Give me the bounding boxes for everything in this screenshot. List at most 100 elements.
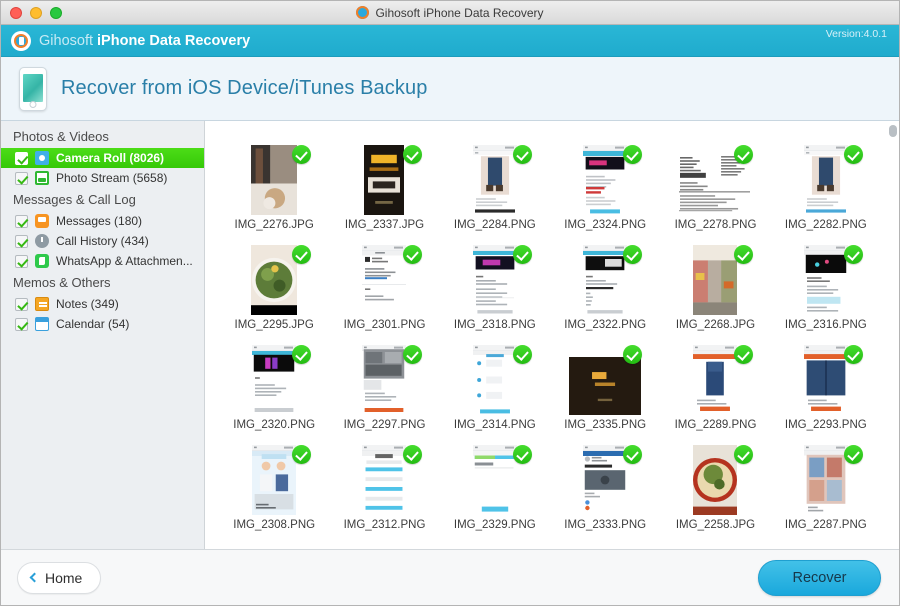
selected-check-icon[interactable] — [402, 345, 422, 364]
thumbnail-image[interactable] — [472, 345, 517, 415]
thumbnail-item[interactable]: IMG_2278.PNG — [660, 137, 770, 231]
thumbnail-item[interactable]: IMG_2320.PNG — [219, 337, 329, 431]
thumbnail-box[interactable] — [329, 343, 439, 415]
sidebar-item-whatsapp[interactable]: WhatsApp & Attachmen... — [1, 251, 204, 271]
thumbnail-image[interactable] — [803, 145, 848, 215]
selected-check-icon[interactable] — [513, 445, 532, 464]
thumbnail-item[interactable]: IMG_2329.PNG — [440, 437, 550, 531]
selected-check-icon[interactable] — [292, 345, 312, 364]
thumbnail-image[interactable] — [693, 445, 738, 515]
selected-check-icon[interactable] — [402, 245, 422, 264]
thumbnail-box[interactable] — [219, 443, 329, 515]
thumbnail-box[interactable] — [771, 443, 881, 515]
selected-check-icon[interactable] — [513, 345, 532, 364]
thumbnail-image[interactable] — [362, 245, 407, 315]
checkbox-notes[interactable] — [15, 297, 28, 311]
selected-check-icon[interactable] — [292, 445, 312, 464]
selected-check-icon[interactable] — [402, 145, 422, 164]
thumbnail-image[interactable] — [803, 345, 848, 415]
thumbnail-image[interactable] — [251, 145, 298, 215]
sidebar-item-notes[interactable]: Notes (349) — [1, 294, 204, 314]
close-button[interactable] — [10, 6, 22, 19]
thumbnail-box[interactable] — [550, 343, 660, 415]
recover-button[interactable]: Recover — [758, 559, 881, 596]
thumbnail-box[interactable] — [440, 243, 550, 315]
sidebar-item-callhistory[interactable]: Call History (434) — [1, 231, 204, 251]
content-area[interactable]: IMG_2276.JPG IMG_2337.JPG IMG_2284.PNG IMG_… — [205, 121, 899, 549]
selected-check-icon[interactable] — [292, 245, 312, 264]
selected-check-icon[interactable] — [623, 445, 643, 464]
thumbnail-image[interactable] — [251, 245, 298, 315]
thumbnail-image[interactable] — [583, 145, 628, 215]
thumbnail-item[interactable]: IMG_2289.PNG — [660, 337, 770, 431]
thumbnail-image[interactable] — [693, 345, 738, 415]
selected-check-icon[interactable] — [733, 245, 753, 264]
thumbnail-box[interactable] — [771, 243, 881, 315]
thumbnail-box[interactable] — [440, 143, 550, 215]
selected-check-icon[interactable] — [844, 145, 863, 164]
thumbnail-image[interactable] — [693, 245, 738, 315]
selected-check-icon[interactable] — [733, 445, 753, 464]
thumbnail-item[interactable]: IMG_2335.PNG — [550, 337, 660, 431]
thumbnail-item[interactable]: IMG_2322.PNG — [550, 237, 660, 331]
scrollbar-thumb[interactable] — [889, 125, 897, 137]
thumbnail-box[interactable] — [771, 143, 881, 215]
thumbnail-box[interactable] — [550, 143, 660, 215]
thumbnail-item[interactable]: IMG_2276.JPG — [219, 137, 329, 231]
thumbnail-image[interactable] — [252, 345, 297, 415]
thumbnail-item[interactable]: IMG_2258.JPG — [660, 437, 770, 531]
home-button[interactable]: Home — [17, 561, 102, 594]
checkbox-callhistory[interactable] — [15, 234, 28, 248]
checkbox-photostream[interactable] — [15, 171, 28, 185]
thumbnail-image[interactable] — [803, 445, 848, 515]
thumbnail-item[interactable]: IMG_2301.PNG — [329, 237, 439, 331]
minimize-button[interactable] — [30, 6, 42, 19]
selected-check-icon[interactable] — [402, 445, 422, 464]
selected-check-icon[interactable] — [623, 145, 643, 164]
thumbnail-item[interactable]: IMG_2282.PNG — [771, 137, 881, 231]
checkbox-calendar[interactable] — [15, 317, 28, 331]
thumbnail-box[interactable] — [219, 243, 329, 315]
thumbnail-item[interactable]: IMG_2316.PNG — [771, 237, 881, 331]
sidebar-item-calendar[interactable]: Calendar (54) — [1, 314, 204, 334]
thumbnail-box[interactable] — [219, 143, 329, 215]
checkbox-camera[interactable] — [15, 151, 28, 165]
thumbnail-item[interactable]: IMG_2324.PNG — [550, 137, 660, 231]
maximize-button[interactable] — [50, 6, 62, 19]
thumbnail-image[interactable] — [583, 245, 628, 315]
checkbox-whatsapp[interactable] — [15, 254, 28, 268]
thumbnail-item[interactable]: IMG_2337.JPG — [329, 137, 439, 231]
selected-check-icon[interactable] — [292, 145, 312, 164]
thumbnail-box[interactable] — [219, 343, 329, 415]
thumbnail-item[interactable]: IMG_2318.PNG — [440, 237, 550, 331]
thumbnail-image[interactable] — [803, 245, 848, 315]
thumbnail-item[interactable]: IMG_2333.PNG — [550, 437, 660, 531]
selected-check-icon[interactable] — [623, 245, 643, 264]
vertical-scrollbar[interactable] — [889, 125, 897, 545]
thumbnail-image[interactable] — [583, 445, 628, 515]
thumbnail-item[interactable]: IMG_2293.PNG — [771, 337, 881, 431]
thumbnail-box[interactable] — [329, 243, 439, 315]
sidebar-item-messages[interactable]: Messages (180) — [1, 211, 204, 231]
sidebar-item-camera[interactable]: Camera Roll (8026) — [1, 148, 204, 168]
thumbnail-box[interactable] — [550, 243, 660, 315]
thumbnail-item[interactable]: IMG_2295.JPG — [219, 237, 329, 331]
thumbnail-item[interactable]: IMG_2308.PNG — [219, 437, 329, 531]
thumbnail-box[interactable] — [660, 343, 770, 415]
selected-check-icon[interactable] — [844, 345, 863, 364]
thumbnail-item[interactable]: IMG_2287.PNG — [771, 437, 881, 531]
thumbnail-item[interactable]: IMG_2297.PNG — [329, 337, 439, 431]
sidebar-item-photostream[interactable]: Photo Stream (5658) — [1, 168, 204, 188]
thumbnail-image[interactable] — [362, 445, 407, 515]
thumbnail-item[interactable]: IMG_2314.PNG — [440, 337, 550, 431]
selected-check-icon[interactable] — [844, 245, 863, 264]
thumbnail-box[interactable] — [660, 143, 770, 215]
thumbnail-image[interactable] — [362, 345, 407, 415]
thumbnail-box[interactable] — [440, 443, 550, 515]
selected-check-icon[interactable] — [733, 345, 753, 364]
thumbnail-item[interactable]: IMG_2268.JPG — [660, 237, 770, 331]
thumbnail-image[interactable] — [569, 357, 642, 415]
thumbnail-box[interactable] — [329, 143, 439, 215]
thumbnail-box[interactable] — [660, 243, 770, 315]
selected-check-icon[interactable] — [844, 445, 863, 464]
